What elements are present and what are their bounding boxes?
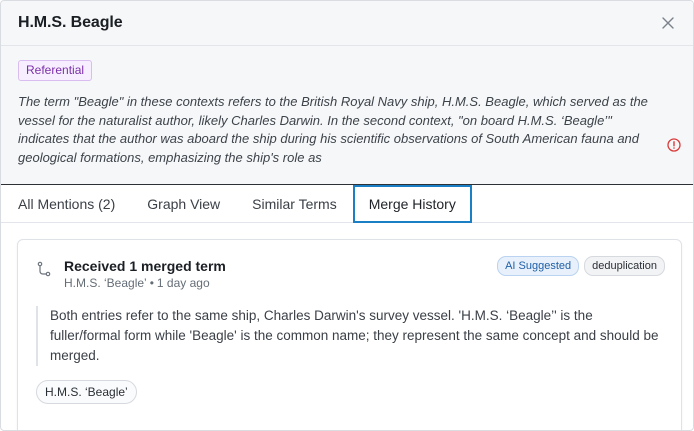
merge-title: Received 1 merged term — [64, 258, 226, 274]
merge-source: H.M.S. ‘Beagle’ — [64, 276, 147, 290]
referential-badge: Referential — [18, 60, 93, 81]
tab-all-mentions[interactable]: All Mentions (2) — [2, 185, 131, 222]
git-merge-icon — [37, 261, 51, 277]
merge-history-content: Received 1 merged term H.M.S. ‘Beagle’ • 1… — [1, 223, 693, 430]
meta-separator: • — [149, 276, 154, 290]
merged-term-chip[interactable]: H.M.S. ‘Beagle’ — [36, 380, 137, 404]
merge-time: 1 day ago — [156, 276, 210, 290]
close-icon — [662, 17, 674, 29]
panel-header: H.M.S. Beagle — [1, 1, 693, 46]
merge-reason: Both entries refer to the same ship, Cha… — [36, 306, 662, 366]
definition-text: The term "Beagle" in these contexts refe… — [18, 94, 648, 165]
deduplication-tag: deduplication — [584, 256, 665, 276]
tab-similar-terms[interactable]: Similar Terms — [236, 185, 353, 222]
merge-meta: H.M.S. ‘Beagle’ • 1 day ago — [64, 276, 226, 290]
close-button[interactable] — [659, 14, 677, 32]
term-detail-panel: H.M.S. Beagle Referential The term "Beag… — [0, 0, 694, 431]
tab-graph-view[interactable]: Graph View — [131, 185, 236, 222]
page-title: H.M.S. Beagle — [18, 14, 123, 31]
merge-history-card: Received 1 merged term H.M.S. ‘Beagle’ • 1… — [17, 239, 682, 430]
warning-icon[interactable] — [667, 138, 681, 152]
tab-merge-history[interactable]: Merge History — [352, 185, 472, 223]
ai-suggested-tag: AI Suggested — [497, 256, 580, 276]
definition-section: Referential The term "Beagle" in these c… — [1, 46, 693, 185]
tab-bar: All Mentions (2) Graph View Similar Term… — [1, 185, 693, 223]
merge-tags: AI Suggested deduplication — [497, 256, 665, 276]
